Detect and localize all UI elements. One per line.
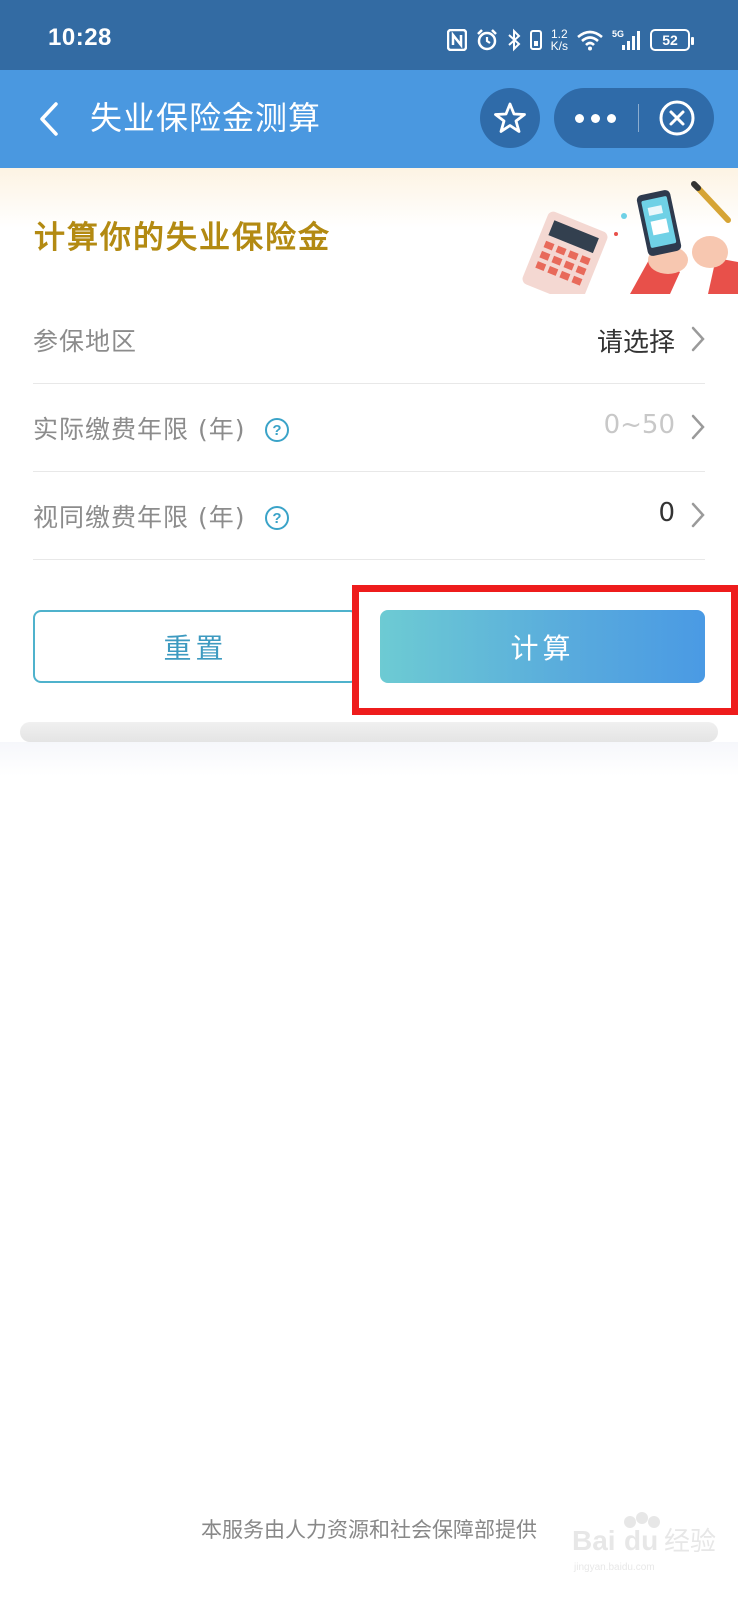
signal-5g-icon: 5G <box>612 29 640 50</box>
close-circle-icon <box>659 100 695 136</box>
network-speed-unit: K/s <box>550 39 568 53</box>
card-shadow <box>0 742 738 776</box>
mini-program-capsule <box>554 88 714 148</box>
favorite-button[interactable] <box>480 88 540 148</box>
alarm-icon <box>476 29 497 51</box>
baidu-jingyan-watermark: Bai du 经验 jingyan.baidu.com <box>572 1512 716 1573</box>
banner-title: 计算你的失业保险金 <box>34 220 331 256</box>
star-icon <box>494 102 526 133</box>
back-button[interactable] <box>24 92 74 146</box>
form-row-insured-region[interactable]: 参保地区 请选择 <box>33 296 705 384</box>
highlight-box <box>352 585 738 715</box>
svg-text:du: du <box>624 1525 658 1556</box>
title-bar: 失业保险金测算 <box>0 70 738 168</box>
reset-button[interactable]: 重置 <box>33 610 358 683</box>
chevron-right-icon <box>691 502 705 528</box>
status-time: 10:28 <box>48 24 112 51</box>
back-arrow-icon <box>40 102 58 136</box>
calculator-phone-illustration <box>522 181 738 294</box>
row-label: 参保地区 <box>33 327 138 356</box>
close-button[interactable] <box>640 88 714 148</box>
row-label: 实际缴费年限 (年) <box>33 415 246 444</box>
form-row-actual-years[interactable]: 实际缴费年限 (年) ? 0~50 <box>33 384 705 472</box>
more-icon-dot <box>590 113 600 123</box>
more-icon <box>574 113 584 123</box>
vibrate-icon <box>529 30 542 50</box>
svg-text:Bai: Bai <box>572 1525 616 1556</box>
svg-text:经验: 经验 <box>664 1527 716 1557</box>
chevron-right-icon <box>691 326 705 352</box>
calculator-banner: 计算你的失业保险金 <box>0 168 738 294</box>
battery-icon: 52 <box>650 29 694 51</box>
svg-text:5G: 5G <box>612 29 624 39</box>
row-label: 视同缴费年限 (年) <box>33 503 246 532</box>
wifi-icon <box>577 30 603 51</box>
battery-level: 52 <box>662 32 678 48</box>
page-title: 失业保险金测算 <box>90 99 322 137</box>
chevron-right-icon <box>691 414 705 440</box>
more-button[interactable] <box>554 88 636 148</box>
deemed-years-value[interactable]: 0 <box>658 498 675 528</box>
question-help-icon[interactable]: ? <box>265 418 289 442</box>
status-bar: 10:28 1.2 K/s 5G 52 <box>0 0 738 70</box>
question-help-icon[interactable]: ? <box>265 506 289 530</box>
region-select-value: 请选择 <box>596 328 675 358</box>
card-bottom-edge <box>20 722 718 742</box>
svg-text:jingyan.baidu.com: jingyan.baidu.com <box>573 1562 655 1573</box>
status-icons: 1.2 K/s 5G 52 <box>446 24 694 56</box>
nfc-icon <box>446 29 467 51</box>
more-icon-dot <box>606 113 616 123</box>
form-row-deemed-years[interactable]: 视同缴费年限 (年) ? 0 <box>33 472 705 560</box>
capsule-divider <box>638 104 639 132</box>
bluetooth-icon <box>507 28 521 52</box>
network-speed: 1.2 K/s <box>551 28 568 52</box>
actual-years-input[interactable]: 0~50 <box>604 410 675 440</box>
